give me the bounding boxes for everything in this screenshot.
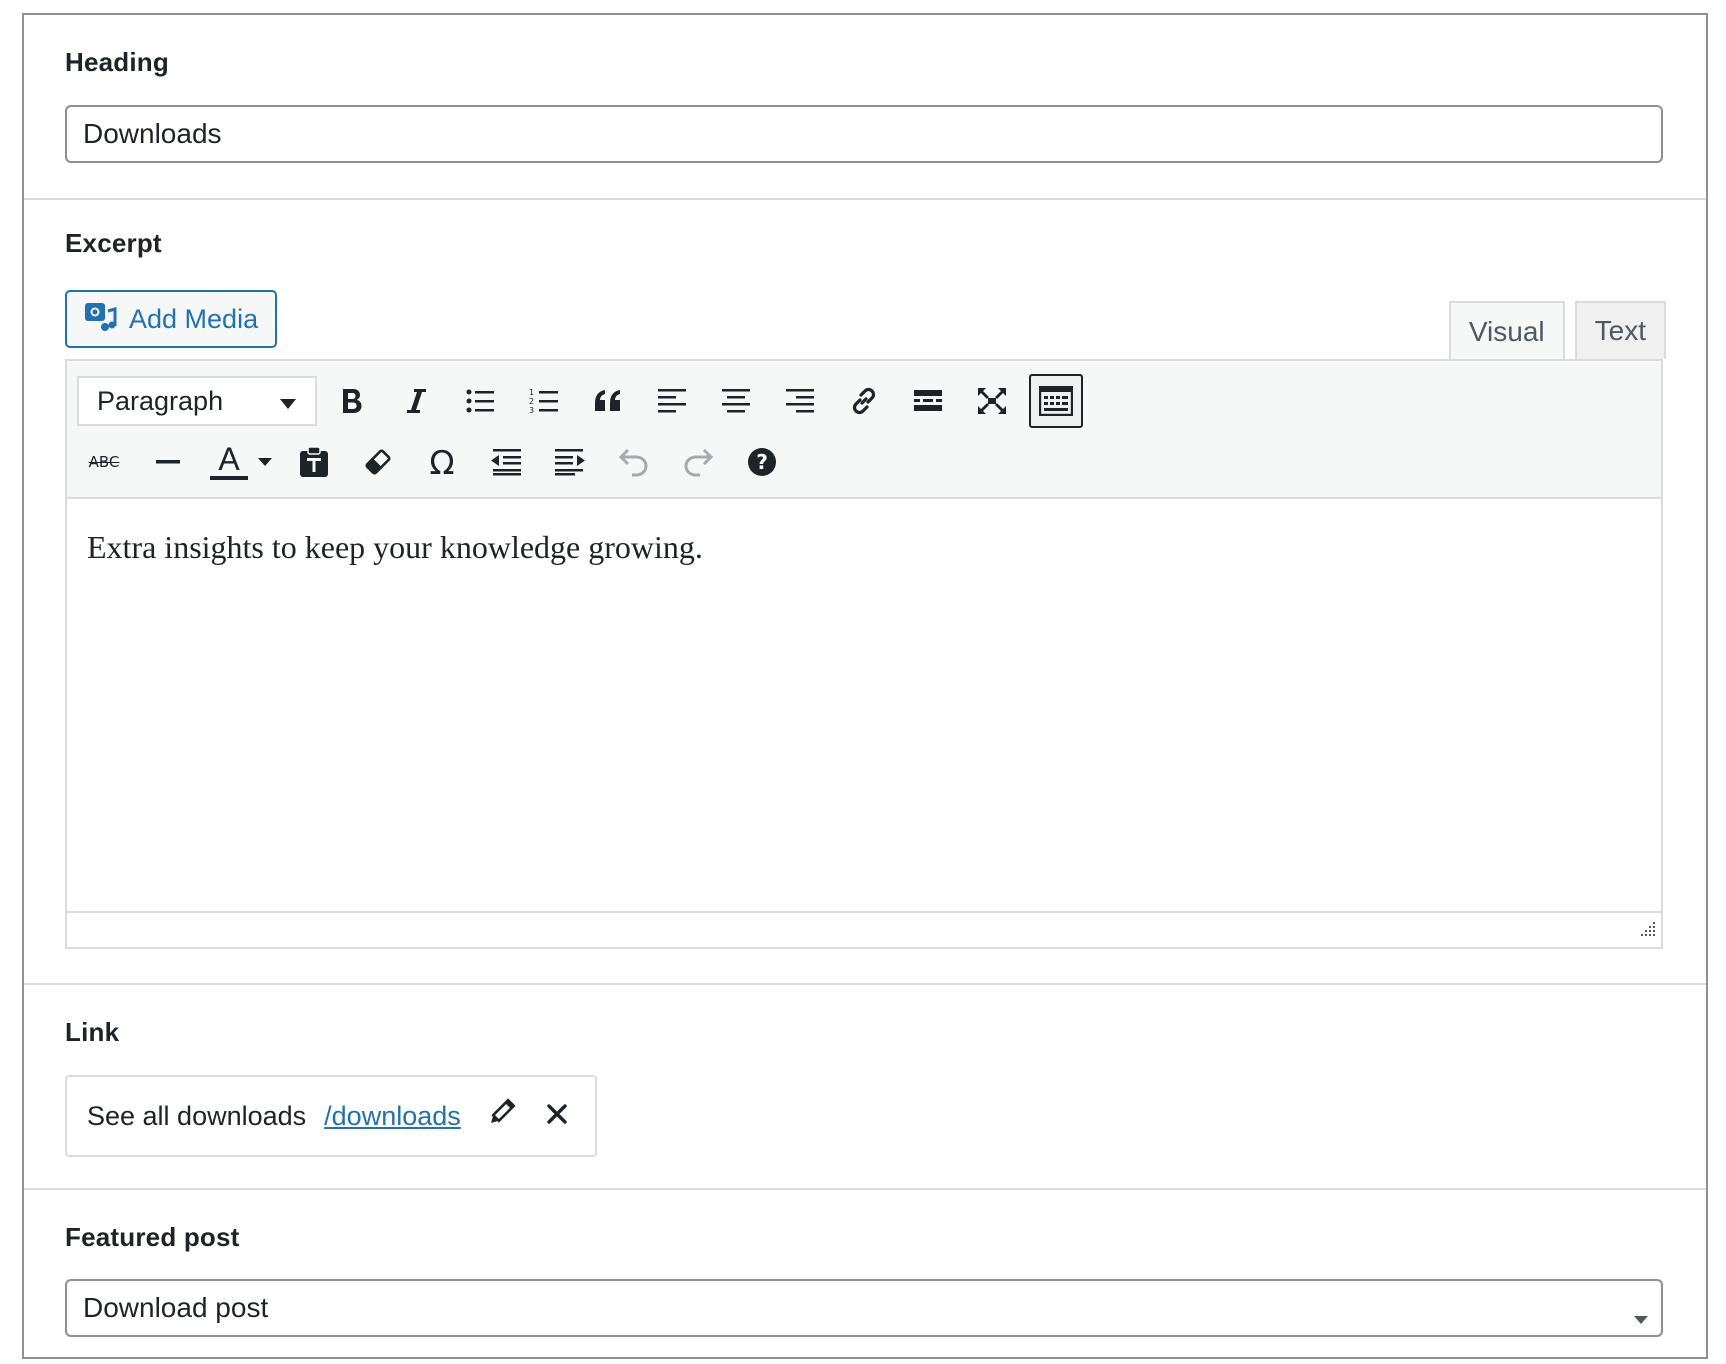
italic-button[interactable]	[389, 374, 443, 428]
special-character-button[interactable]: Ω	[415, 435, 469, 489]
numbered-list-button[interactable]: 123	[517, 374, 571, 428]
numbered-list-icon: 123	[529, 387, 559, 415]
text-color-dropdown[interactable]	[253, 435, 277, 489]
align-right-icon	[785, 387, 815, 415]
align-center-icon	[721, 387, 751, 415]
media-icon	[83, 299, 129, 340]
toolbar-toggle-icon	[1039, 386, 1073, 416]
heading-section: Heading	[24, 15, 1706, 198]
featured-post-section: Featured post Download post	[24, 1188, 1706, 1359]
link-title: See all downloads	[87, 1100, 307, 1131]
remove-link-button[interactable]	[537, 1096, 577, 1136]
strikethrough-button[interactable]: ABC	[77, 435, 131, 489]
link-preview: See all downloads /downloads	[65, 1075, 597, 1157]
add-media-button[interactable]: Add Media	[65, 290, 277, 348]
text-color-icon: A	[210, 443, 248, 480]
link-icon	[848, 385, 880, 417]
fullscreen-button[interactable]	[965, 374, 1019, 428]
svg-text:?: ?	[756, 450, 768, 474]
read-more-icon	[913, 388, 943, 414]
caret-down-icon	[257, 457, 273, 467]
excerpt-section: Excerpt Add Media Visual Text Paragraph …	[24, 198, 1706, 983]
toolbar-toggle-button[interactable]	[1029, 374, 1083, 428]
insert-link-button[interactable]	[837, 374, 891, 428]
svg-text:1: 1	[529, 388, 534, 397]
horizontal-line-button[interactable]	[141, 435, 195, 489]
align-left-icon	[657, 387, 687, 415]
toolbar-row-1: Paragraph 1 2 3	[77, 373, 1093, 429]
align-left-button[interactable]	[645, 374, 699, 428]
rich-text-editor: Paragraph 1 2 3 ABC A Ω ? Extra insights…	[65, 359, 1663, 949]
format-select-value: Paragraph	[97, 385, 224, 416]
editor-toolbar: Paragraph 1 2 3 ABC A Ω ?	[67, 361, 1661, 499]
content-panel: Heading Excerpt Add Media Visual Text	[22, 13, 1708, 1359]
clear-formatting-button[interactable]	[351, 435, 405, 489]
paste-text-icon	[299, 446, 329, 478]
edit-link-button[interactable]	[481, 1096, 521, 1136]
undo-icon	[618, 447, 650, 477]
undo-button[interactable]	[607, 435, 661, 489]
horizontal-line-icon	[154, 459, 182, 465]
close-icon	[546, 1101, 568, 1132]
link-url[interactable]: /downloads	[324, 1101, 461, 1132]
excerpt-content[interactable]: Extra insights to keep your knowledge gr…	[87, 529, 703, 566]
indent-icon	[554, 448, 586, 476]
fullscreen-icon	[976, 386, 1008, 416]
bulleted-list-button[interactable]	[453, 374, 507, 428]
heading-label: Heading	[65, 47, 169, 77]
resize-handle-icon[interactable]	[1637, 918, 1657, 943]
indent-button[interactable]	[543, 435, 597, 489]
editor-content-area[interactable]: Extra insights to keep your knowledge gr…	[67, 499, 1661, 911]
outdent-icon	[490, 448, 522, 476]
excerpt-label: Excerpt	[65, 228, 162, 258]
redo-button[interactable]	[671, 435, 725, 489]
chevron-down-icon	[279, 386, 297, 417]
heading-input[interactable]	[65, 105, 1663, 163]
format-select[interactable]: Paragraph	[77, 376, 317, 426]
bold-button[interactable]	[325, 374, 379, 428]
svg-text:3: 3	[529, 406, 534, 415]
editor-tabs: Visual Text	[1439, 301, 1666, 361]
outdent-button[interactable]	[479, 435, 533, 489]
help-icon: ?	[747, 447, 777, 477]
featured-post-value: Download post	[83, 1292, 269, 1323]
add-media-label: Add Media	[129, 303, 259, 334]
svg-text:2: 2	[529, 397, 534, 406]
blockquote-button[interactable]	[581, 374, 635, 428]
help-button[interactable]: ?	[735, 435, 789, 489]
editor-statusbar	[67, 911, 1661, 947]
featured-post-select[interactable]: Download post	[65, 1279, 1663, 1337]
pencil-icon	[486, 1097, 516, 1135]
eraser-icon	[363, 447, 393, 477]
bulleted-list-icon	[465, 387, 495, 415]
blockquote-icon	[593, 389, 623, 413]
chevron-down-icon	[1633, 1301, 1649, 1333]
paste-text-button[interactable]	[287, 435, 341, 489]
italic-icon	[403, 386, 429, 416]
redo-icon	[682, 447, 714, 477]
link-label: Link	[65, 1017, 120, 1047]
align-center-button[interactable]	[709, 374, 763, 428]
align-right-button[interactable]	[773, 374, 827, 428]
text-color-button[interactable]: A	[205, 435, 253, 489]
special-character-icon: Ω	[429, 442, 455, 482]
featured-post-label: Featured post	[65, 1222, 240, 1252]
strikethrough-icon: ABC	[88, 452, 120, 471]
bold-icon	[338, 386, 366, 416]
link-section: Link See all downloads /downloads	[24, 983, 1706, 1188]
tab-visual[interactable]: Visual	[1448, 301, 1565, 361]
toolbar-row-2: ABC A Ω ?	[77, 434, 799, 490]
read-more-button[interactable]	[901, 374, 955, 428]
tab-text[interactable]: Text	[1574, 301, 1666, 359]
